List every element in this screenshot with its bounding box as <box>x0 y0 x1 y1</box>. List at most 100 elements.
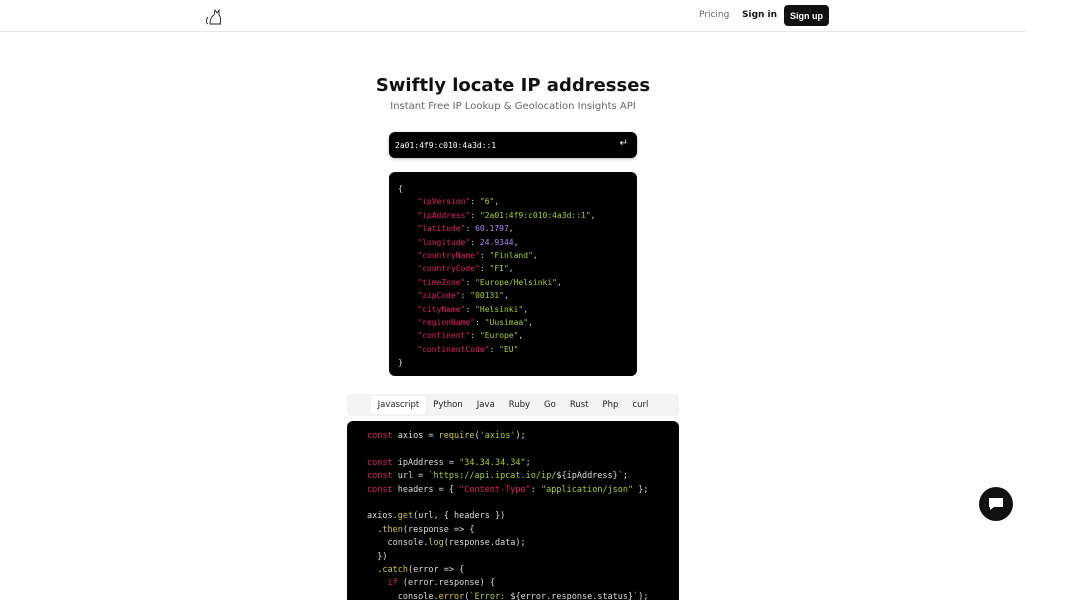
code-token: console. <box>367 591 439 600</box>
nav-pricing-link[interactable]: Pricing <box>699 10 729 20</box>
code-token: axios = <box>392 431 439 441</box>
code-token: ${error.response.status} <box>510 591 634 600</box>
code-token: console. <box>367 538 429 549</box>
code-token: const <box>367 471 393 482</box>
json-token: "timeZone" <box>398 277 466 287</box>
code-line: const ipAddress = "34.34.34.34"; <box>367 457 659 470</box>
code-token: 'axios' <box>479 431 516 441</box>
code-token: url = <box>392 471 429 482</box>
json-token: "EU" <box>499 344 519 354</box>
page: Pricing Sign in Sign up Swiftly locate I… <box>0 0 1026 600</box>
tab-curl[interactable]: curl <box>625 396 655 414</box>
json-token: , <box>494 197 500 207</box>
json-token: , <box>513 237 519 247</box>
code-line: }) <box>367 551 659 564</box>
code-line: const url = `https://api.ipcat.io/ip/${i… <box>367 470 659 483</box>
code-token: ipAddress = <box>392 457 460 468</box>
json-result: { "ipVersion": "6", "ipAddress": "2a01:4… <box>389 172 637 376</box>
json-token: "Helsinki" <box>475 304 524 314</box>
nav-sign-in-link[interactable]: Sign in <box>742 10 777 20</box>
cat-logo-icon[interactable] <box>204 6 224 26</box>
json-token: : <box>489 344 500 354</box>
code-token: ; <box>622 471 629 482</box>
code-line: console.log(response.data); <box>367 537 659 550</box>
code-token: axios. <box>367 511 398 522</box>
json-token: , <box>590 210 596 220</box>
tab-javascript[interactable]: Javascript <box>370 396 427 414</box>
json-line: "cityName": "Helsinki", <box>398 303 628 316</box>
sign-up-button[interactable]: Sign up <box>784 5 829 26</box>
json-token: "Finland" <box>489 251 533 261</box>
tab-rust[interactable]: Rust <box>563 396 596 414</box>
json-line: "continentCode": "EU" <box>398 343 628 356</box>
tab-go[interactable]: Go <box>537 396 563 414</box>
code-line: axios.get(url, { headers }) <box>367 510 659 523</box>
json-token: , <box>528 318 533 328</box>
chat-button[interactable] <box>979 487 1013 521</box>
code-token: . <box>367 565 383 576</box>
json-line: "ipVersion": "6", <box>398 195 628 208</box>
json-token: : <box>479 264 490 274</box>
code-token: . <box>367 524 383 535</box>
json-token: "ipVersion" <box>398 197 471 207</box>
chat-bubble-icon <box>989 498 1003 510</box>
json-token: : <box>470 331 480 341</box>
json-token: : <box>479 251 490 261</box>
json-token: } <box>398 358 403 368</box>
language-tabs: Javascript Python Java Ruby Go Rust Php curl <box>347 394 679 416</box>
tab-php[interactable]: Php <box>596 396 626 414</box>
code-token: }; <box>633 484 649 495</box>
json-token: "latitude" <box>398 224 466 234</box>
json-token: "00131" <box>470 291 504 301</box>
json-line: "timeZone": "Europe/Helsinki", <box>398 276 628 289</box>
code-token: `Error: <box>469 591 511 600</box>
code-line: if (error.response) { <box>367 577 659 590</box>
json-line: "countryCode": "FI", <box>398 262 628 275</box>
tab-python[interactable]: Python <box>426 396 469 414</box>
json-token: "zipCode" <box>398 291 461 301</box>
code-token: error <box>438 591 465 600</box>
json-line: } <box>398 356 628 369</box>
json-token: : <box>470 210 480 220</box>
tab-ruby[interactable]: Ruby <box>502 396 537 414</box>
code-token: "Content-Type" <box>459 484 531 495</box>
code-token: if <box>387 578 398 589</box>
code-token: (response => { <box>402 524 475 535</box>
ip-input[interactable] <box>395 132 605 158</box>
code-token: headers = { <box>392 484 460 495</box>
json-token: , <box>532 251 538 261</box>
json-token: : <box>470 237 480 247</box>
tab-java[interactable]: Java <box>470 396 502 414</box>
json-token: "countryCode" <box>398 264 480 274</box>
code-token: catch <box>382 565 408 576</box>
json-token: "6" <box>479 197 495 207</box>
json-line: "countryName": "Finland", <box>398 249 628 262</box>
enter-icon[interactable]: ↵ <box>620 138 628 149</box>
json-token: : <box>465 277 476 287</box>
code-sample: const axios = require('axios'); const ip… <box>347 421 679 600</box>
json-token: "Europe/Helsinki" <box>475 277 557 287</box>
json-token: "cityName" <box>398 304 466 314</box>
page-title: Swiftly locate IP addresses <box>375 75 651 96</box>
json-token: 60.1797 <box>475 224 509 234</box>
code-token: (url, { headers }) <box>413 511 506 522</box>
code-line: .catch(error => { <box>367 564 659 577</box>
json-token: , <box>523 304 529 314</box>
json-token: "longitude" <box>398 237 471 247</box>
json-token: { <box>398 184 403 193</box>
code-token: "34.34.34.34" <box>459 457 526 468</box>
json-line: "ipAddress": "2a01:4f9:c010:4a3d::1", <box>398 209 628 222</box>
code-token: get <box>397 511 414 522</box>
json-token: "countryName" <box>398 251 480 261</box>
json-line: "regionName": "Uusimaa", <box>398 316 628 329</box>
json-line: "zipCode": "00131", <box>398 289 628 302</box>
code-token: const <box>367 484 393 495</box>
json-token: : <box>465 224 476 234</box>
code-token: (error.response) { <box>397 578 495 589</box>
json-token: "regionName" <box>398 318 476 328</box>
code-token: then <box>382 524 403 535</box>
code-token: ); <box>515 431 526 441</box>
